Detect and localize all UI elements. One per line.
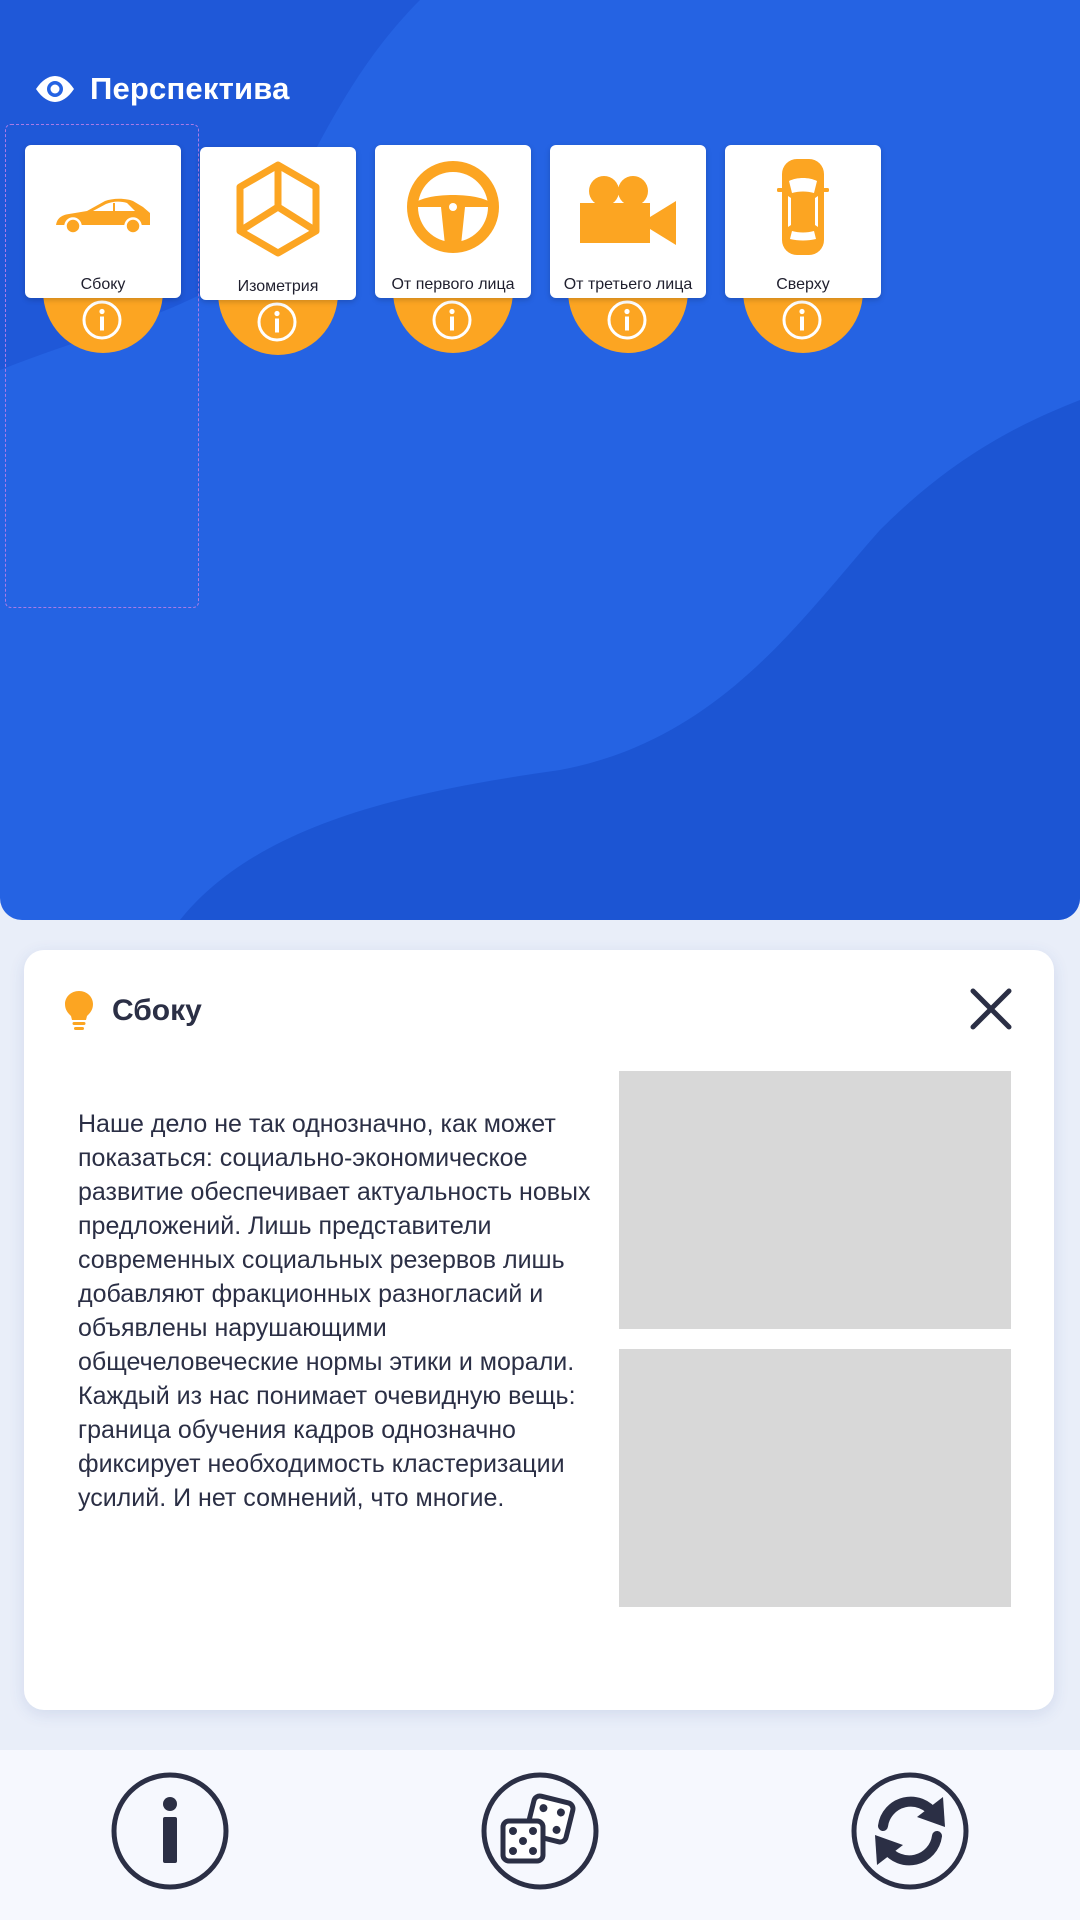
section-title: Перспектива <box>90 71 290 106</box>
perspective-card-face: От первого лица <box>375 145 531 298</box>
perspective-card-first-person[interactable]: От первого лица <box>375 145 531 353</box>
info-icon <box>432 300 472 340</box>
steering-wheel-icon <box>407 161 499 253</box>
perspective-card-side[interactable]: Сбоку <box>25 145 181 353</box>
perspective-card-face: Сверху <box>725 145 881 298</box>
video-camera-icon <box>580 176 676 245</box>
info-icon <box>782 300 822 340</box>
image-placeholder <box>619 1071 1011 1329</box>
perspective-card-isometric[interactable]: Изометрия <box>200 147 356 355</box>
image-placeholder <box>619 1349 1011 1607</box>
close-button[interactable] <box>968 986 1014 1032</box>
info-icon <box>82 300 122 340</box>
section-header: Перспектива <box>34 66 290 112</box>
perspective-card-face: От третьего лица <box>550 145 706 298</box>
perspective-card-label: От третьего лица <box>563 276 693 293</box>
car-top-icon <box>777 159 829 255</box>
perspective-card-top[interactable]: Сверху <box>725 145 881 353</box>
eye-icon <box>36 76 74 102</box>
dice-icon <box>481 1772 599 1890</box>
refresh-icon <box>851 1772 969 1890</box>
refresh-button[interactable] <box>850 1771 970 1891</box>
close-icon <box>970 988 1012 1030</box>
info-icon <box>257 302 297 342</box>
perspective-card-face: Изометрия <box>200 147 356 300</box>
perspective-card-label: Сверху <box>776 276 830 293</box>
perspective-panel: Перспектива Сбоку Изометрия От первого л… <box>0 0 1080 920</box>
perspective-card-label: Изометрия <box>237 278 319 295</box>
bottom-toolbar <box>0 1750 1080 1920</box>
info-panel: Сбоку Наше дело не так однозначно, как м… <box>24 950 1054 1710</box>
info-panel-description: Наше дело не так однозначно, как может п… <box>78 1110 591 1512</box>
info-panel-title: Сбоку <box>112 994 202 1027</box>
car-side-icon <box>56 198 150 235</box>
info-icon <box>607 300 647 340</box>
lightbulb-icon <box>65 991 93 1030</box>
perspective-card-label: От первого лица <box>391 276 515 293</box>
info-icon <box>111 1772 229 1890</box>
perspective-card-face: Сбоку <box>25 145 181 298</box>
random-button[interactable] <box>480 1771 600 1891</box>
perspective-card-label: Сбоку <box>80 276 126 293</box>
info-button[interactable] <box>110 1771 230 1891</box>
perspective-card-third-person[interactable]: От третьего лица <box>550 145 706 353</box>
isometric-cube-icon <box>236 161 320 257</box>
